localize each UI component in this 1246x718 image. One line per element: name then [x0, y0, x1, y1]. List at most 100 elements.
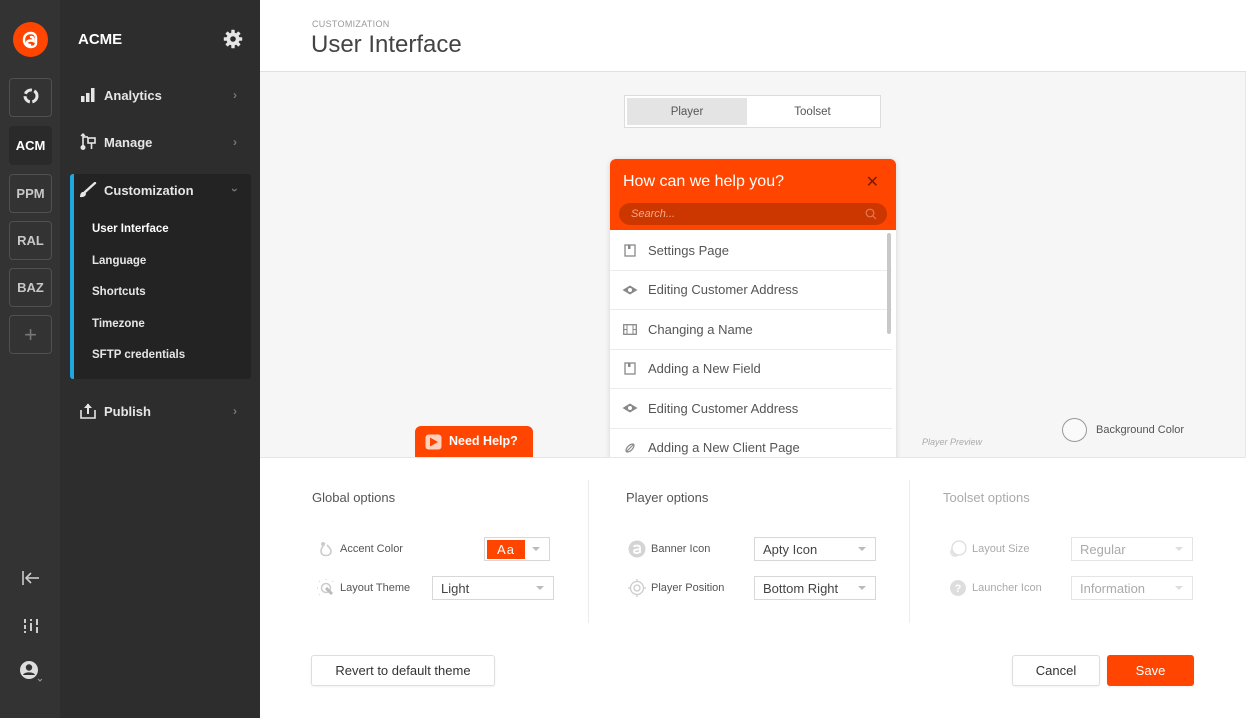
- theme-icon: [317, 579, 335, 597]
- need-help-launcher[interactable]: Need Help?: [415, 426, 533, 457]
- breadcrumb: CUSTOMIZATION: [312, 19, 390, 29]
- org-settings-button[interactable]: [223, 29, 243, 54]
- player-position-label: Player Position: [651, 582, 725, 594]
- layout-size-select[interactable]: Regular: [1071, 537, 1193, 561]
- nav-item-customization[interactable]: Customization ›: [70, 170, 251, 210]
- upload-icon: [78, 403, 98, 419]
- banner-icon-select[interactable]: Apty Icon: [754, 537, 876, 561]
- section-title: Player options: [626, 490, 709, 505]
- bar-chart-icon: [78, 88, 98, 102]
- apty-icon: [628, 540, 646, 558]
- workspace-ppm[interactable]: PPM: [9, 174, 52, 213]
- list-item[interactable]: Editing Customer Address: [610, 389, 892, 429]
- refresh-button[interactable]: [9, 78, 52, 117]
- background-color-picker[interactable]: [1062, 418, 1087, 442]
- close-icon[interactable]: ✕: [866, 172, 879, 192]
- video-icon: [622, 323, 638, 335]
- list-item[interactable]: Adding a New Client Page: [610, 429, 892, 458]
- nav-item-manage[interactable]: Manage ›: [70, 122, 251, 162]
- svg-text:?: ?: [955, 583, 962, 595]
- nav-item-label: Publish: [104, 403, 151, 419]
- section-title: Global options: [312, 490, 396, 505]
- select-value: Light: [441, 580, 470, 596]
- accent-color-label: Accent Color: [340, 543, 403, 555]
- workspace-label: ACM: [15, 138, 46, 153]
- background-color-label: Background Color: [1096, 424, 1185, 436]
- subnav-sftp-credentials[interactable]: SFTP credentials: [92, 349, 185, 361]
- column-divider: [909, 480, 910, 623]
- select-value: Apty Icon: [763, 541, 818, 557]
- workspace-ral[interactable]: RAL: [9, 221, 52, 260]
- layout-theme-select[interactable]: Light: [432, 576, 554, 600]
- tab-player[interactable]: Player: [627, 98, 747, 125]
- subnav-language[interactable]: Language: [92, 255, 146, 267]
- banner-icon-row: Banner Icon: [628, 537, 710, 561]
- walkthrough-icon: [622, 285, 638, 295]
- launcher-icon-select[interactable]: Information: [1071, 576, 1193, 600]
- list-item-label: Adding a New Client Page: [648, 440, 800, 456]
- chevron-right-icon: ›: [233, 88, 237, 102]
- revert-default-theme-button[interactable]: Revert to default theme: [311, 655, 495, 686]
- widget-header: How can we help you? ✕ Search...: [610, 159, 896, 230]
- collapse-sidebar-button[interactable]: [18, 569, 44, 591]
- page-title: User Interface: [311, 31, 462, 58]
- list-item[interactable]: Settings Page: [610, 231, 892, 271]
- list-item[interactable]: Adding a New Field: [610, 350, 892, 389]
- toolset-options: Toolset options Layout Size Regular ? La…: [943, 480, 1213, 623]
- settings-sliders-button[interactable]: [18, 617, 44, 639]
- layout-size-row: Layout Size: [949, 537, 1029, 561]
- widget-scrollbar[interactable]: [887, 233, 891, 334]
- list-item[interactable]: Changing a Name: [610, 310, 892, 350]
- banner-icon-label: Banner Icon: [651, 543, 711, 555]
- list-item[interactable]: Editing Customer Address: [610, 271, 892, 310]
- list-item-label: Editing Customer Address: [648, 282, 799, 298]
- layout-size-label: Layout Size: [972, 543, 1030, 555]
- list-item-label: Settings Page: [648, 242, 729, 258]
- layout-size-icon: [949, 540, 967, 558]
- nav-item-publish[interactable]: Publish ›: [70, 391, 251, 431]
- chevron-right-icon: ›: [233, 135, 237, 149]
- target-icon: [628, 579, 646, 597]
- select-value: Information: [1080, 580, 1146, 596]
- column-divider: [588, 480, 589, 623]
- nav-panel: ACME Analytics › Manage › Customization …: [60, 0, 260, 718]
- workspace-label: PPM: [16, 186, 45, 201]
- widget-search-input[interactable]: Search...: [619, 203, 887, 225]
- subnav-timezone[interactable]: Timezone: [92, 318, 145, 330]
- workspace-acm[interactable]: ACM: [9, 126, 52, 165]
- save-button[interactable]: Save: [1107, 655, 1194, 686]
- launcher-icon-row: ? Launcher Icon: [949, 576, 1042, 600]
- apty-logo-icon[interactable]: [13, 22, 48, 57]
- layout-theme-row: Layout Theme: [317, 576, 410, 600]
- nav-item-label: Manage: [104, 134, 153, 150]
- accent-color-select[interactable]: Aa: [484, 537, 550, 561]
- player-position-row: Player Position: [628, 576, 724, 600]
- question-icon: ?: [949, 579, 967, 597]
- page-icon: [622, 362, 638, 375]
- subnav-shortcuts[interactable]: Shortcuts: [92, 286, 146, 298]
- tab-toolset[interactable]: Toolset: [747, 98, 878, 125]
- subnav-user-interface[interactable]: User Interface: [92, 223, 169, 235]
- caret-down-icon: [536, 586, 544, 590]
- add-workspace-button[interactable]: +: [9, 315, 52, 354]
- drop-icon: [317, 540, 335, 558]
- launcher-icon-label: Launcher Icon: [972, 582, 1042, 594]
- player-position-select[interactable]: Bottom Right: [754, 576, 876, 600]
- caret-down-icon: [1175, 586, 1183, 590]
- nav-item-analytics[interactable]: Analytics ›: [70, 75, 251, 115]
- link-icon: [622, 442, 638, 454]
- chevron-right-icon: ›: [233, 404, 237, 418]
- page-icon: [622, 244, 638, 257]
- player-options: Player options Banner Icon Apty Icon Pla…: [626, 480, 896, 623]
- list-item-label: Adding a New Field: [648, 361, 761, 377]
- select-value: Bottom Right: [763, 580, 839, 596]
- cancel-button[interactable]: Cancel: [1012, 655, 1100, 686]
- refresh-icon: [22, 87, 40, 108]
- chevron-down-icon: ›: [228, 188, 242, 192]
- user-menu-button[interactable]: [18, 660, 44, 685]
- workspace-label: RAL: [17, 233, 44, 248]
- section-title: Toolset options: [943, 490, 1030, 505]
- need-help-label: Need Help?: [449, 434, 518, 448]
- customization-group: Customization › User Interface Language …: [70, 174, 251, 379]
- workspace-baz[interactable]: BAZ: [9, 268, 52, 307]
